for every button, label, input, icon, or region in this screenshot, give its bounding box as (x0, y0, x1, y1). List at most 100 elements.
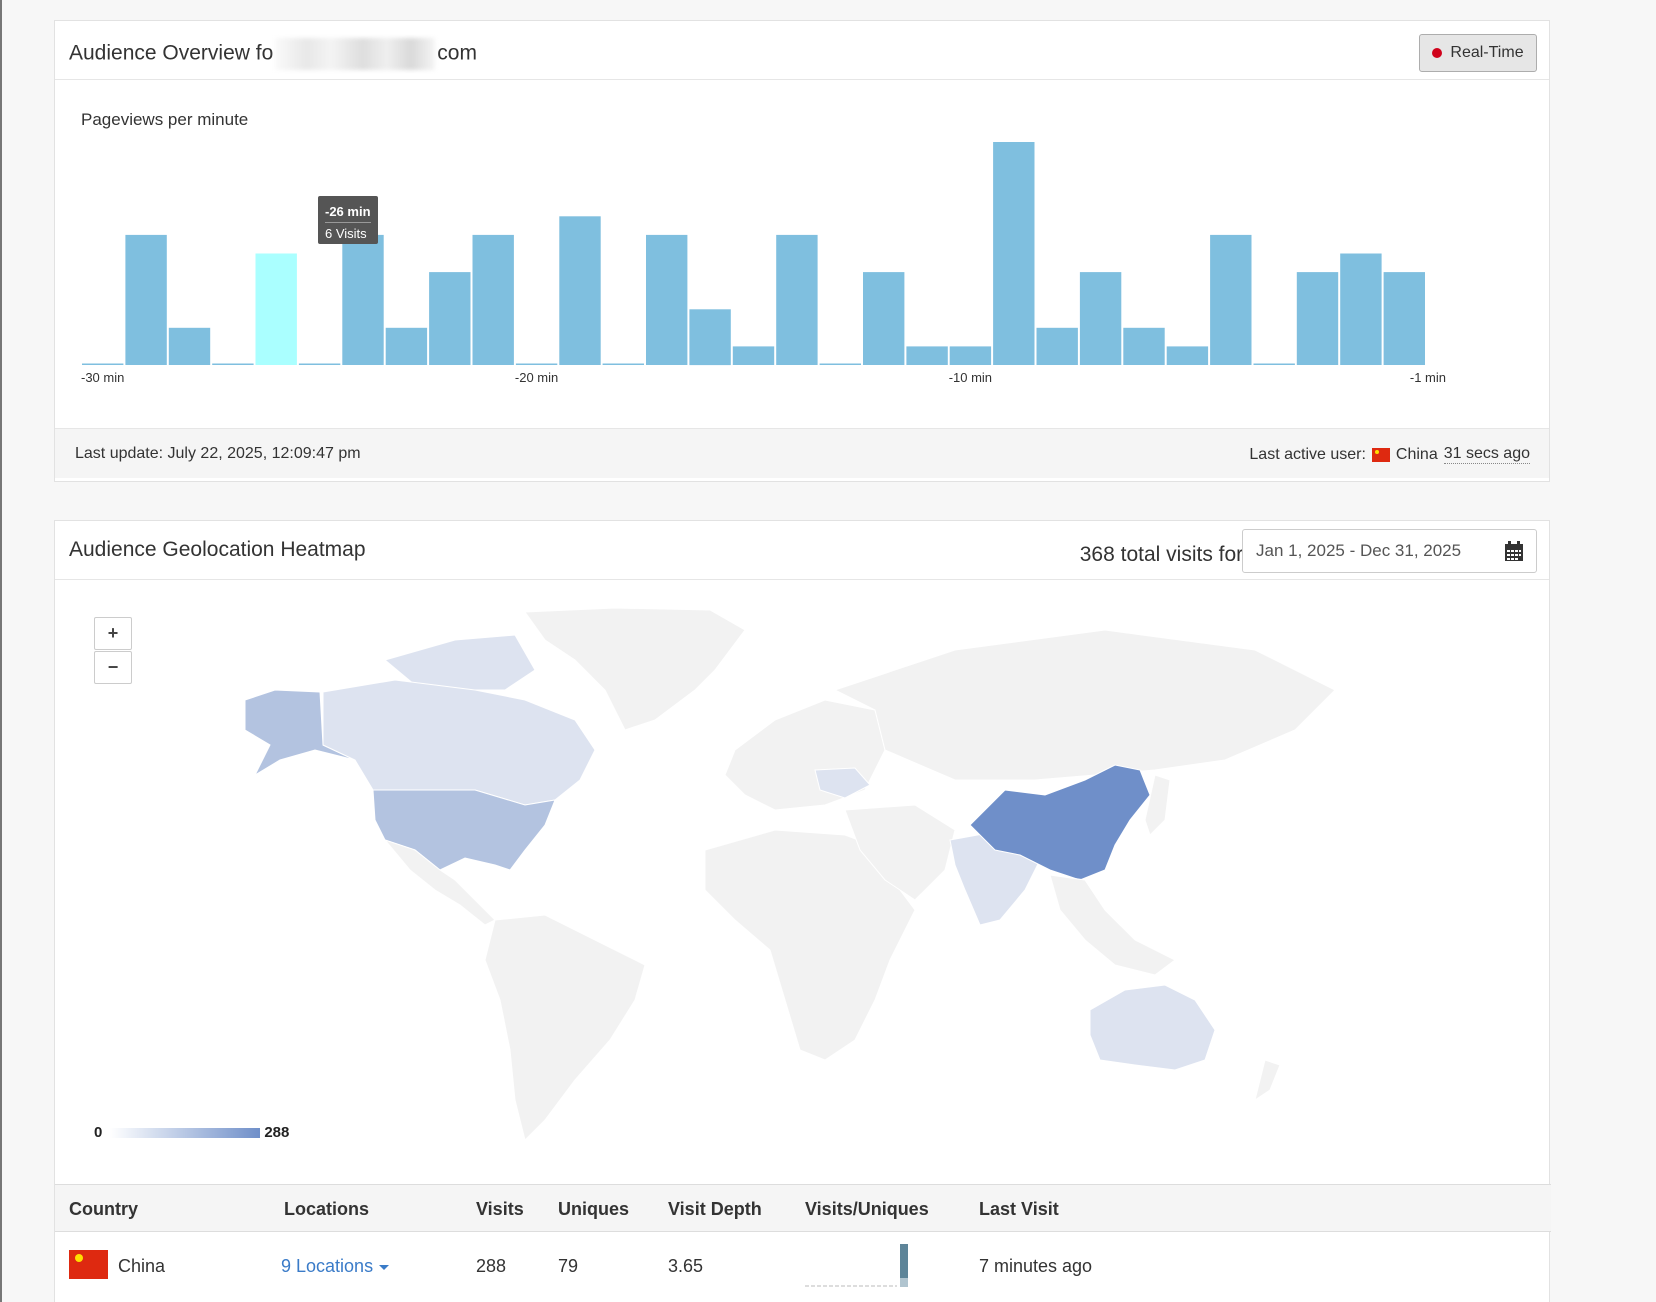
china-flag-icon (1371, 447, 1390, 462)
col-visits-uniques[interactable]: Visits/Uniques (805, 1199, 929, 1220)
bar-chart-svg: -30 min -20 min -10 min -1 min (81, 142, 1446, 385)
chart-bar[interactable] (863, 272, 905, 365)
chart-bar[interactable] (1079, 272, 1122, 365)
col-locations[interactable]: Locations (284, 1199, 369, 1220)
geolocation-panel: Audience Geolocation Heatmap 368 total v… (54, 520, 1551, 1302)
chart-bar[interactable] (1340, 253, 1382, 366)
chart-bar[interactable] (1036, 327, 1078, 365)
map-europe (724, 699, 886, 811)
table-row: China 9 Locations 288 79 3.65 7 minutes … (55, 1232, 1551, 1302)
chart-bar[interactable] (125, 234, 167, 365)
chart-bar[interactable] (472, 234, 514, 365)
chart-bar[interactable] (82, 363, 124, 366)
chart-bar[interactable] (342, 234, 384, 365)
chart-bar[interactable] (906, 346, 948, 365)
chart-bar[interactable] (1166, 346, 1209, 365)
row-uniques: 79 (558, 1256, 579, 1276)
realtime-label: Real-Time (1450, 44, 1524, 61)
legend-min: 0 (94, 1124, 103, 1141)
visits-uniques-sparkline (805, 1244, 908, 1287)
row-country: China (118, 1256, 166, 1276)
world-heatmap[interactable]: + − 0 288 (55, 580, 1549, 1180)
chart-bar[interactable] (1296, 272, 1339, 365)
total-visits-label: total visits for: (1120, 543, 1249, 566)
col-last-visit[interactable]: Last Visit (979, 1199, 1059, 1220)
chart-bar[interactable] (776, 234, 818, 365)
chart-bar[interactable] (646, 234, 688, 365)
col-visit-depth[interactable]: Visit Depth (668, 1199, 762, 1220)
last-active-label: Last active user: (1249, 445, 1366, 463)
x-tick-label: -30 min (81, 370, 124, 385)
overview-header: Audience Overview fo com Real-Time (55, 21, 1549, 80)
chart-bar[interactable] (1123, 327, 1165, 365)
map-southeast-asia (1049, 874, 1176, 976)
chart-bar[interactable] (1383, 272, 1425, 365)
overview-title-suffix: com (437, 41, 477, 65)
chart-tooltip: -26 min 6 Visits (318, 196, 378, 244)
locations-label: 9 Locations (281, 1256, 374, 1276)
chart-bar[interactable] (1253, 363, 1295, 366)
col-visits[interactable]: Visits (476, 1199, 524, 1220)
x-tick-label: -20 min (515, 370, 558, 385)
last-active-country: China (1395, 445, 1438, 463)
live-dot-icon (1432, 48, 1443, 58)
col-country[interactable]: Country (69, 1199, 138, 1220)
map-greenland (524, 607, 746, 731)
tooltip-time: -26 min (325, 201, 371, 223)
x-tick-label: -10 min (949, 370, 992, 385)
map-australia (1089, 984, 1216, 1071)
chart-bar[interactable] (385, 327, 428, 365)
chart-bar[interactable] (212, 363, 254, 366)
chart-bar[interactable] (429, 272, 471, 365)
heatmap-legend: 0 288 (94, 1124, 289, 1141)
date-range-value: Jan 1, 2025 - Dec 31, 2025 (1256, 541, 1462, 560)
last-active-time[interactable]: 31 secs ago (1443, 445, 1530, 464)
map-japan (1144, 774, 1171, 836)
overview-footer: Last update: July 22, 2025, 12:09:47 pm … (55, 428, 1549, 478)
audience-overview-panel: Audience Overview fo com Real-Time Pagevi… (54, 20, 1550, 482)
map-russia (833, 629, 1336, 781)
chart-bar[interactable] (515, 363, 558, 366)
last-update: Last update: July 22, 2025, 12:09:47 pm (75, 445, 361, 462)
country-table-header: Country Locations Visits Uniques Visit D… (55, 1184, 1551, 1232)
caret-down-icon (379, 1264, 390, 1270)
date-range-picker[interactable]: Jan 1, 2025 - Dec 31, 2025 (1242, 529, 1537, 573)
calendar-icon[interactable] (1504, 541, 1524, 562)
world-map-svg (244, 607, 1336, 1141)
row-depth: 3.65 (668, 1256, 704, 1276)
legend-max: 288 (264, 1124, 290, 1141)
realtime-button[interactable]: Real-Time (1419, 34, 1537, 72)
chart-bar[interactable] (298, 363, 341, 366)
redacted-domain (275, 38, 436, 70)
map-new-zealand (1254, 1059, 1281, 1102)
window-edge (0, 0, 2, 1302)
chart-bar[interactable] (255, 253, 297, 366)
col-uniques[interactable]: Uniques (558, 1199, 629, 1220)
china-flag-icon (69, 1250, 108, 1279)
chart-bar[interactable] (602, 363, 644, 366)
last-active-user: Last active user: China 31 secs ago (1249, 445, 1530, 464)
map-south-america (484, 914, 646, 1141)
geo-header: Audience Geolocation Heatmap 368 total v… (55, 521, 1549, 580)
row-last-visit: 7 minutes ago (979, 1256, 1093, 1276)
chart-bar[interactable] (1210, 234, 1252, 365)
total-visits-count: 368 (1079, 543, 1115, 566)
geo-title: Audience Geolocation Heatmap (69, 538, 366, 561)
chart-bar[interactable] (559, 216, 601, 365)
total-visits: 368 total visits for: (1080, 543, 1249, 567)
pageviews-chart: Pageviews per minute -30 min -20 min -10 m… (55, 80, 1549, 428)
overview-title: Audience Overview fo com (69, 38, 477, 70)
chart-bar[interactable] (949, 346, 992, 365)
legend-gradient (110, 1127, 261, 1138)
overview-title-prefix: Audience Overview fo (69, 41, 274, 65)
chart-bar[interactable] (689, 309, 731, 366)
x-tick-label: -1 min (1410, 370, 1446, 385)
chart-bar[interactable] (819, 363, 861, 366)
row-visits: 288 (476, 1256, 507, 1276)
tooltip-visits: 6 Visits (325, 226, 367, 241)
map-canada (322, 679, 596, 806)
chart-bar[interactable] (732, 346, 775, 365)
locations-dropdown[interactable]: 9 Locations (281, 1256, 390, 1277)
chart-bar[interactable] (993, 142, 1035, 365)
chart-bar[interactable] (168, 327, 211, 365)
